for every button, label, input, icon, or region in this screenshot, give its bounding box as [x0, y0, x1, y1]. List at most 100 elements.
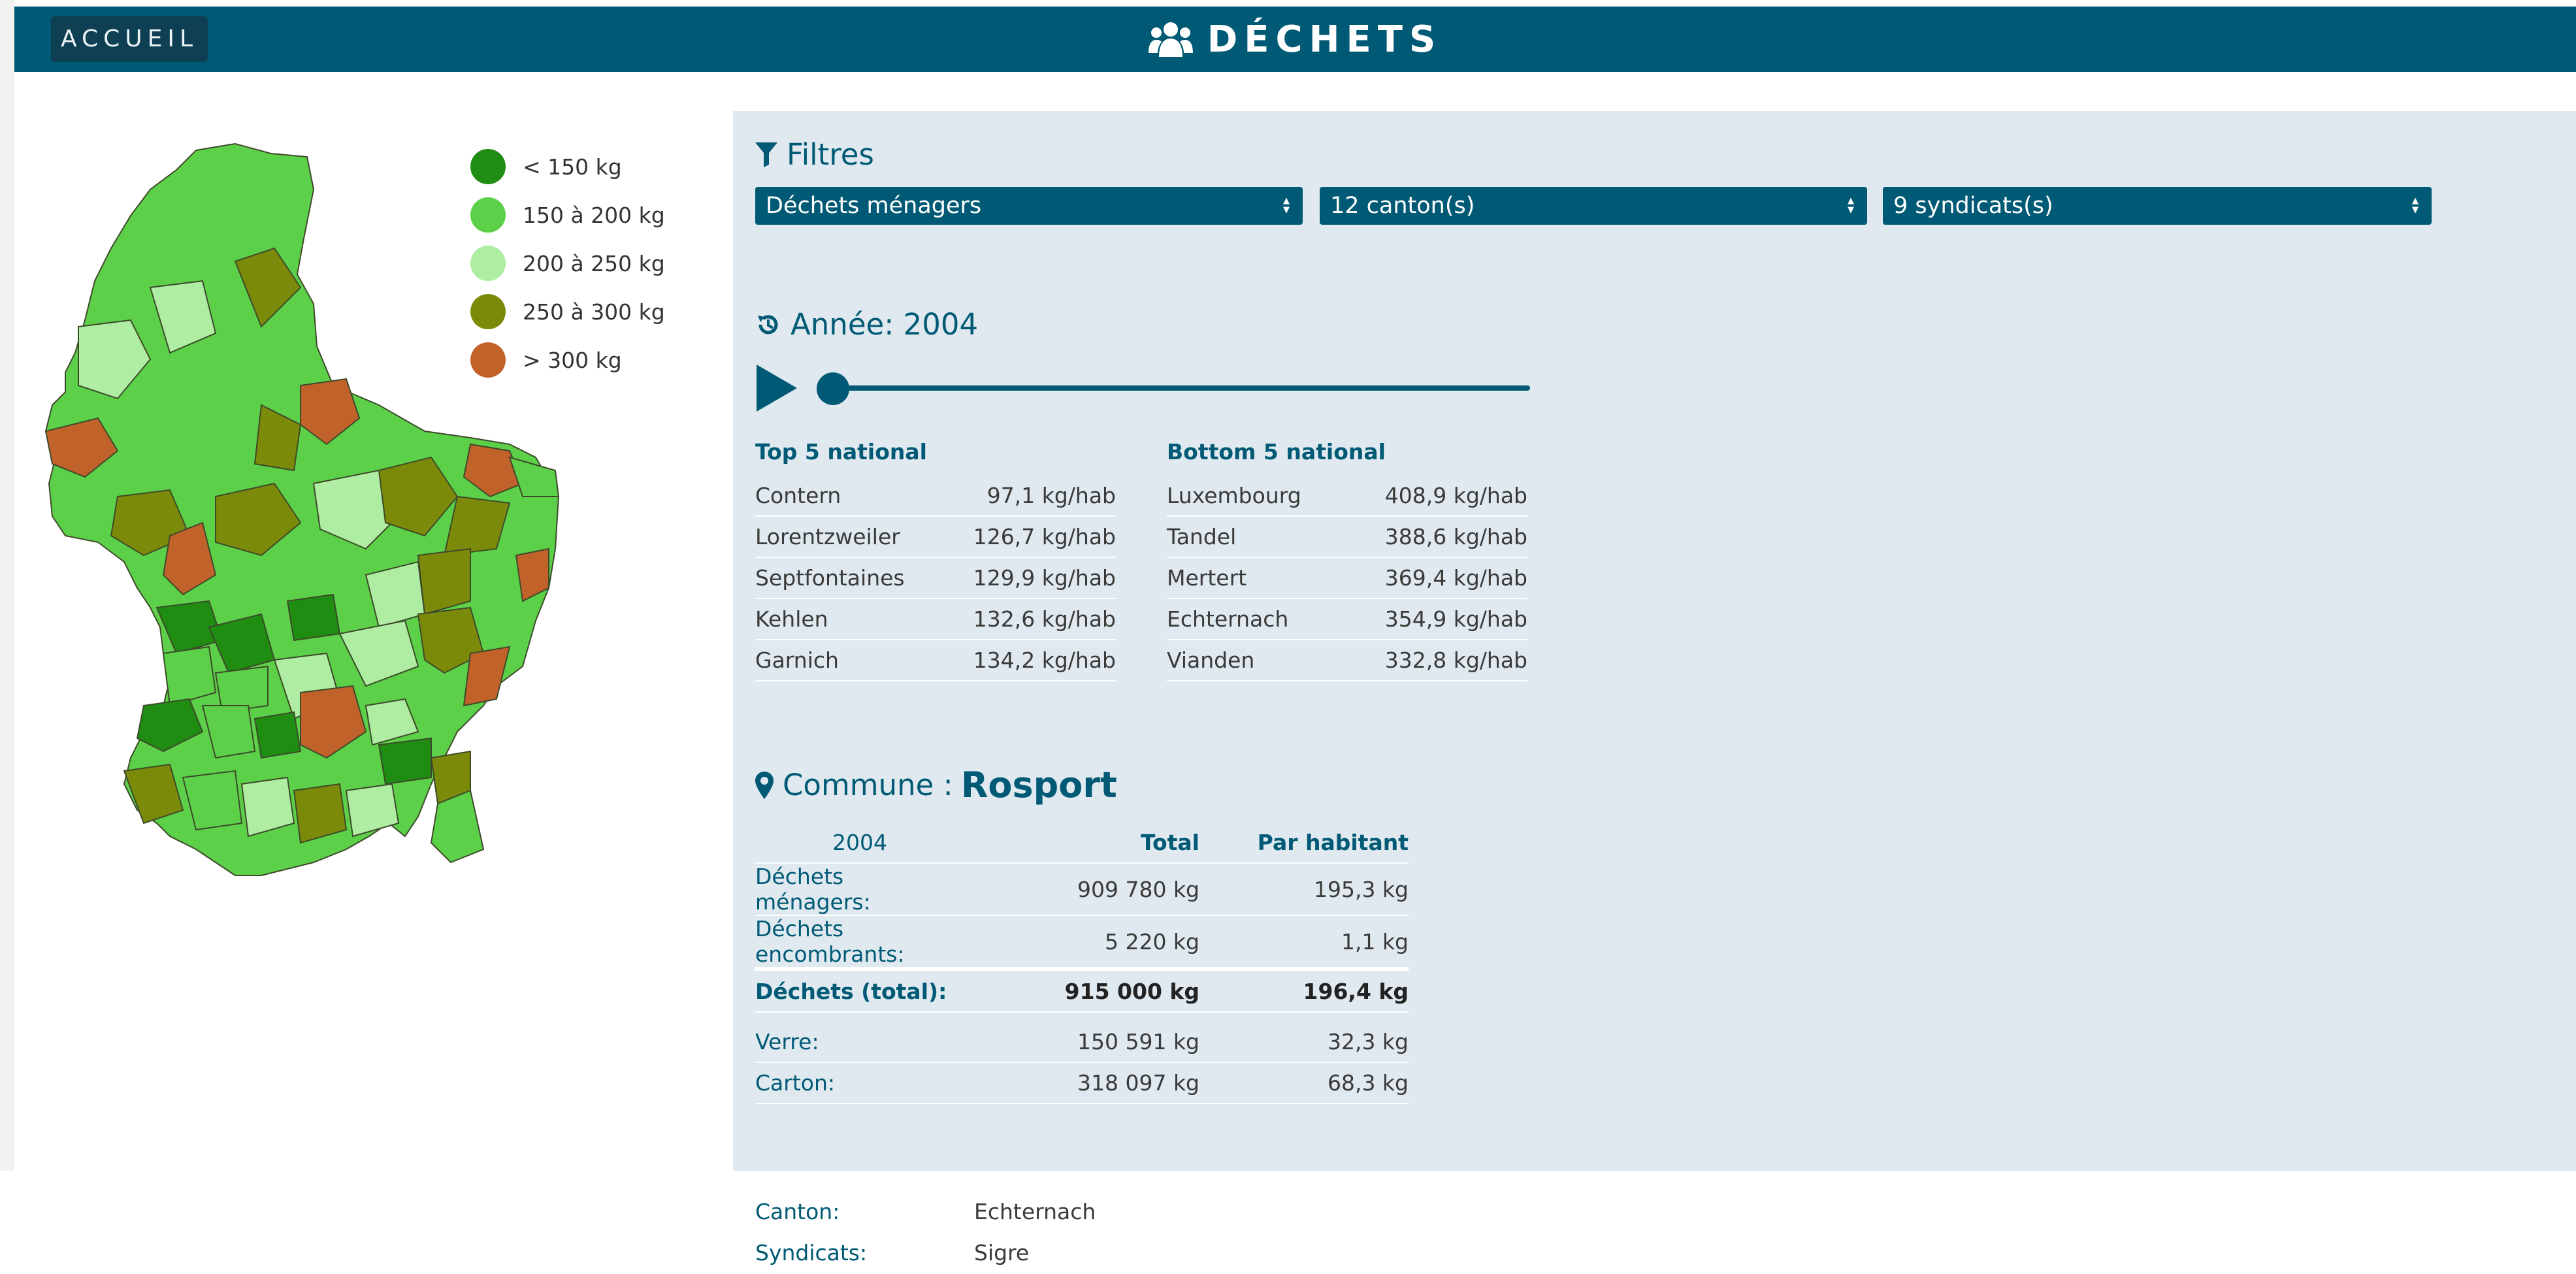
table-header-row: 2004 Total Par habitant — [755, 822, 1409, 864]
stat-per-capita: 196,4 kg — [1199, 967, 1409, 1013]
legend-swatch — [470, 149, 506, 184]
commune-name: Lorentzweiler — [755, 516, 940, 558]
kg-per-capita: 332,8 kg/hab — [1341, 640, 1527, 681]
kg-per-capita: 408,9 kg/hab — [1341, 476, 1527, 517]
kg-per-capita: 354,9 kg/hab — [1341, 598, 1527, 640]
filters-title-text: Filtres — [787, 137, 874, 172]
year-slider[interactable] — [818, 385, 1530, 391]
syndicate-select[interactable]: 9 syndicats(s) ▲ ▼ — [1883, 187, 2432, 225]
commune-name: Kehlen — [755, 598, 940, 640]
play-icon — [757, 365, 797, 412]
kg-per-capita: 129,9 kg/hab — [939, 557, 1116, 599]
year-header: 2004 — [755, 822, 964, 864]
kg-per-capita: 126,7 kg/hab — [939, 516, 1116, 558]
page-title: DÉCHETS — [14, 7, 2576, 72]
stat-total: 5 220 kg — [964, 915, 1199, 970]
commune-name: Contern — [755, 476, 940, 517]
info-value: Sigre — [974, 1232, 1409, 1274]
table-row: Déchets encombrants: 5 220 kg 1,1 kg — [755, 915, 1409, 970]
legend-label: > 300 kg — [523, 347, 622, 373]
commune-title: Commune : Rosport — [755, 764, 1117, 806]
kg-per-capita: 134,2 kg/hab — [939, 640, 1116, 681]
commune-name: Mertert — [1167, 557, 1342, 599]
bottom5-table: Luxembourg 408,9 kg/hab Tandel 388,6 kg/ha… — [1167, 476, 1527, 681]
legend-item: 250 à 300 kg — [470, 287, 665, 336]
table-row: Garnich 134,2 kg/hab — [755, 640, 1116, 681]
select-arrows-icon: ▲ ▼ — [1848, 196, 1854, 215]
stat-label: Déchets (total): — [755, 967, 964, 1013]
spacer-row — [755, 1012, 1409, 1022]
table-row: Carton: 318 097 kg 68,3 kg — [755, 1062, 1409, 1104]
info-label: Syndicats: — [755, 1232, 974, 1274]
users-icon — [1148, 22, 1193, 57]
table-row: Syndicats: Sigre — [755, 1232, 1409, 1274]
commune-name: Luxembourg — [1167, 476, 1342, 517]
legend-swatch — [470, 342, 506, 378]
canton-select[interactable]: 12 canton(s) ▲ ▼ — [1320, 187, 1867, 225]
legend-label: < 150 kg — [523, 154, 622, 180]
legend-swatch — [470, 246, 506, 281]
page-title-text: DÉCHETS — [1207, 18, 1443, 61]
stat-total: 150 591 kg — [964, 1022, 1199, 1063]
details-panel: Filtres Déchets ménagers ▲ ▼ 12 canton(s)… — [733, 111, 2576, 1274]
table-row: Luxembourg 408,9 kg/hab — [1167, 476, 1527, 517]
stat-per-capita: 1,1 kg — [1199, 915, 1409, 970]
stat-label: Carton: — [755, 1062, 964, 1104]
kg-per-capita: 132,6 kg/hab — [939, 598, 1116, 640]
table-row: Canton: Echternach — [755, 1192, 1409, 1233]
table-row: Septfontaines 129,9 kg/hab — [755, 557, 1116, 599]
stat-total: 909 780 kg — [964, 863, 1199, 916]
stat-label: Déchets encombrants: — [755, 915, 964, 970]
commune-name: Rosport — [960, 764, 1117, 806]
kg-per-capita: 388,6 kg/hab — [1341, 516, 1527, 558]
kg-per-capita: 369,4 kg/hab — [1341, 557, 1527, 599]
commune-name: Septfontaines — [755, 557, 940, 599]
stat-label: Verre: — [755, 1022, 964, 1063]
table-row: Vianden 332,8 kg/hab — [1167, 640, 1527, 681]
top-bar: ACCUEIL DÉCHETS — [14, 7, 2576, 72]
stat-total: 915 000 kg — [964, 967, 1199, 1013]
filters-title: Filtres — [755, 137, 874, 172]
table-row: Verre: 150 591 kg 32,3 kg — [755, 1022, 1409, 1063]
commune-name: Echternach — [1167, 598, 1342, 640]
table-row: Lorentzweiler 126,7 kg/hab — [755, 516, 1116, 558]
legend-swatch — [470, 197, 506, 233]
stat-per-capita: 32,3 kg — [1199, 1022, 1409, 1063]
legend-item: < 150 kg — [470, 142, 665, 191]
map-legend: < 150 kg 150 à 200 kg 200 à 250 kg 250 à… — [470, 142, 665, 384]
history-icon — [758, 314, 778, 334]
table-row: Echternach 354,9 kg/hab — [1167, 598, 1527, 640]
select-arrows-icon: ▲ ▼ — [2412, 196, 2419, 215]
per-capita-header: Par habitant — [1199, 822, 1409, 864]
filter-icon — [755, 142, 777, 167]
year-slider-handle[interactable] — [817, 372, 849, 405]
stat-label: Déchets ménagers: — [755, 863, 964, 916]
top5-table: Contern 97,1 kg/hab Lorentzweiler 126,7 kg… — [755, 476, 1116, 681]
legend-item: 200 à 250 kg — [470, 239, 665, 287]
top5-title: Top 5 national — [755, 439, 927, 465]
table-row: Contern 97,1 kg/hab — [755, 476, 1116, 517]
select-arrows-icon: ▲ ▼ — [1283, 196, 1290, 215]
table-row: Déchets ménagers: 909 780 kg 195,3 kg — [755, 863, 1409, 916]
kg-per-capita: 97,1 kg/hab — [939, 476, 1116, 517]
stat-total: 318 097 kg — [964, 1062, 1199, 1104]
year-title: Année: 2004 — [755, 307, 978, 342]
table-row: Tandel 388,6 kg/hab — [1167, 516, 1527, 558]
legend-label: 200 à 250 kg — [523, 250, 665, 276]
table-row: Mertert 369,4 kg/hab — [1167, 557, 1527, 599]
legend-item: 150 à 200 kg — [470, 191, 665, 239]
stat-per-capita: 195,3 kg — [1199, 863, 1409, 916]
total-header: Total — [964, 822, 1199, 864]
left-edge — [0, 0, 14, 1171]
info-label: Canton: — [755, 1192, 974, 1233]
total-row: Déchets (total): 915 000 kg 196,4 kg — [755, 967, 1409, 1013]
play-button[interactable] — [757, 365, 797, 412]
bottom5-title: Bottom 5 national — [1167, 439, 1386, 465]
legend-swatch — [470, 294, 506, 329]
map-marker-icon — [755, 771, 774, 799]
legend-item: > 300 kg — [470, 336, 665, 384]
commune-info-table: Canton: Echternach Syndicats: Sigre — [755, 1192, 1409, 1274]
waste-type-select[interactable]: Déchets ménagers ▲ ▼ — [755, 187, 1303, 225]
legend-label: 150 à 200 kg — [523, 202, 665, 228]
legend-label: 250 à 300 kg — [523, 299, 665, 325]
